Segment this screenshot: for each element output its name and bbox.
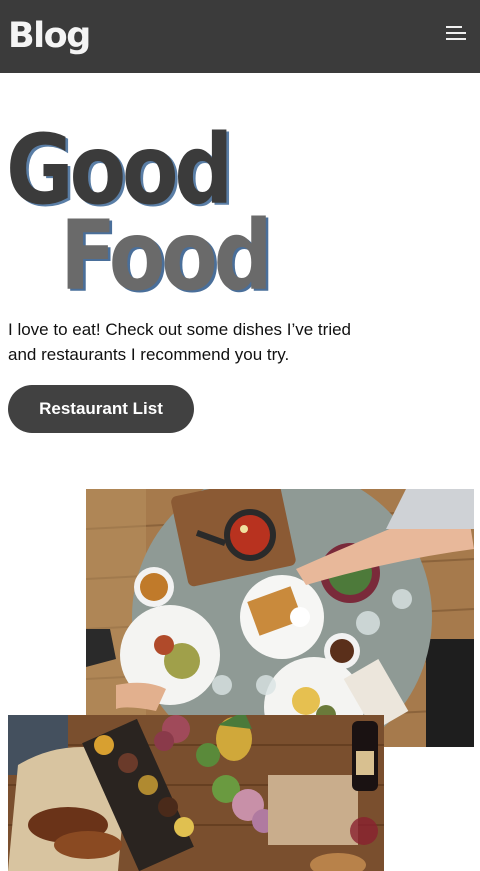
blog-logo[interactable]: Blog [8,14,91,58]
hero-title-line-2: Food [60,200,273,312]
grilled-meat-board-photo [8,715,384,871]
restaurant-list-button[interactable]: Restaurant List [8,385,194,433]
hamburger-menu-icon[interactable] [444,22,470,46]
food-table-photo [86,489,474,747]
top-nav-bar: Blog [0,0,480,73]
intro-text: I love to eat! Check out some dishes I’v… [8,320,352,364]
